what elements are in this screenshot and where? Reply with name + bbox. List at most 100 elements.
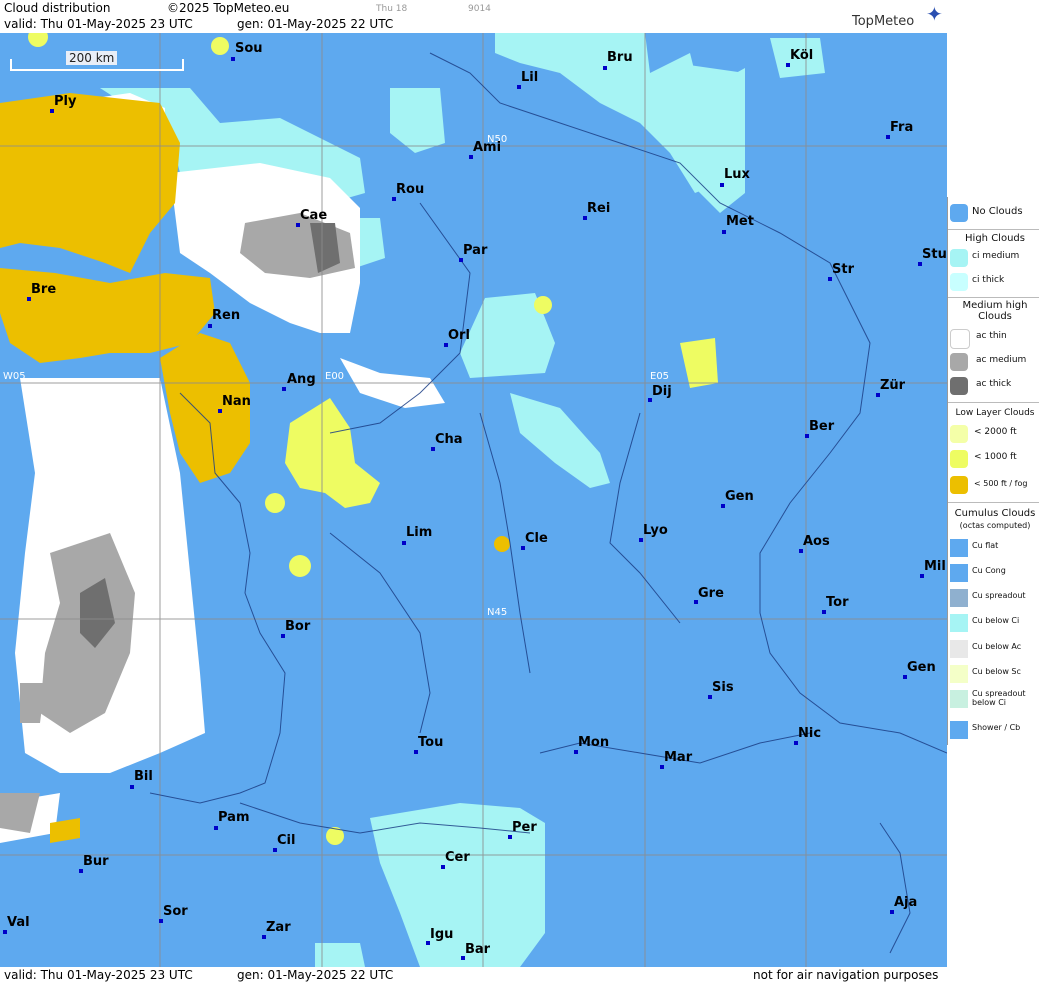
city-marker (282, 387, 286, 391)
city-marker (720, 183, 724, 187)
legend-label: ac thick (976, 379, 1012, 389)
city-label-lim[interactable]: Lim (406, 525, 432, 540)
city-marker (441, 865, 445, 869)
legend-low-500: < 500 ft / fog (948, 474, 1039, 496)
generated-time: gen: 01-May-2025 22 UTC (237, 17, 394, 31)
city-label-par[interactable]: Par (463, 243, 487, 258)
ci-medium-swatch (950, 249, 968, 267)
low-2000-swatch (950, 425, 968, 443)
city-label-zur[interactable]: Zür (880, 378, 905, 393)
city-label-met[interactable]: Met (726, 214, 754, 229)
grid-label-n45: N45 (487, 607, 508, 618)
map-legend: No Clouds High Clouds ci medium ci thick… (947, 197, 1039, 745)
city-marker (786, 63, 790, 67)
city-label-sor[interactable]: Sor (163, 904, 188, 919)
city-label-mil[interactable]: Mil (924, 559, 946, 574)
city-label-aja[interactable]: Aja (894, 895, 917, 910)
city-label-mar[interactable]: Mar (664, 750, 692, 765)
city-label-ren[interactable]: Ren (212, 308, 240, 323)
city-label-sis[interactable]: Sis (712, 680, 734, 695)
city-label-bor[interactable]: Bor (285, 619, 310, 634)
city-label-rou[interactable]: Rou (396, 182, 424, 197)
city-label-str[interactable]: Str (832, 262, 854, 277)
legend-cu-below-sc: Cu below Sc (948, 663, 1039, 685)
city-label-ply[interactable]: Ply (54, 94, 76, 109)
city-marker (794, 741, 798, 745)
city-label-cil[interactable]: Cil (277, 833, 295, 848)
city-label-fra[interactable]: Fra (890, 120, 913, 135)
city-label-dij[interactable]: Dij (652, 384, 672, 399)
small-code-label: 9014 (468, 4, 491, 14)
city-label-nan[interactable]: Nan (222, 394, 251, 409)
city-label-cha[interactable]: Cha (435, 432, 463, 447)
city-marker (639, 538, 643, 542)
city-marker (708, 695, 712, 699)
footer-generated-time: gen: 01-May-2025 22 UTC (237, 968, 394, 982)
city-label-ber[interactable]: Ber (809, 419, 834, 434)
city-marker (414, 750, 418, 754)
city-label-tor[interactable]: Tor (826, 595, 848, 610)
city-marker (722, 230, 726, 234)
city-marker (508, 835, 512, 839)
legend-label: < 2000 ft (974, 427, 1017, 437)
legend-label: Cu spreadout below Ci (972, 689, 1026, 707)
low-500-swatch (950, 476, 968, 494)
small-day-label: Thu 18 (376, 4, 408, 14)
city-label-cae[interactable]: Cae (300, 208, 327, 223)
city-marker (431, 447, 435, 451)
city-label-igu[interactable]: Igu (430, 927, 453, 942)
city-label-lux[interactable]: Lux (724, 167, 750, 182)
city-label-rei[interactable]: Rei (587, 201, 610, 216)
city-label-ang[interactable]: Ang (287, 372, 316, 387)
city-label-lil[interactable]: Lil (521, 70, 538, 85)
city-marker (920, 574, 924, 578)
legend-label: Cu flat (972, 541, 999, 550)
city-label-sou[interactable]: Sou (235, 41, 263, 56)
legend-cu-cong: Cu Cong (948, 562, 1039, 584)
city-label-mon[interactable]: Mon (578, 735, 609, 750)
city-label-kol[interactable]: Köl (790, 48, 813, 63)
city-marker (603, 66, 607, 70)
legend-label: < 500 ft / fog (974, 479, 1028, 488)
city-marker (296, 223, 300, 227)
city-label-nic[interactable]: Nic (798, 726, 821, 741)
city-label-bil[interactable]: Bil (134, 769, 153, 784)
city-label-tou[interactable]: Tou (418, 735, 443, 750)
city-marker (876, 393, 880, 397)
city-label-aos[interactable]: Aos (803, 534, 830, 549)
city-label-orl[interactable]: Orl (448, 328, 470, 343)
city-label-ami[interactable]: Ami (473, 140, 501, 155)
city-label-per[interactable]: Per (512, 820, 537, 835)
cu-spreadout-below-ci-swatch (950, 690, 968, 708)
ci-thick-swatch (950, 273, 968, 291)
city-label-bre[interactable]: Bre (31, 282, 56, 297)
city-marker (469, 155, 473, 159)
legend-label: ac medium (976, 355, 1027, 365)
footer-valid-time: valid: Thu 01-May-2025 23 UTC (4, 968, 193, 982)
city-label-stu[interactable]: Stu (922, 247, 947, 262)
city-label-cle[interactable]: Cle (525, 531, 548, 546)
legend-label: Cu below Ci (972, 616, 1020, 625)
ac-thick-swatch (950, 377, 968, 395)
legend-label: ci thick (972, 275, 1005, 285)
city-label-cer[interactable]: Cer (445, 850, 470, 865)
city-marker (799, 549, 803, 553)
city-marker (159, 919, 163, 923)
city-label-bar[interactable]: Bar (465, 942, 490, 957)
city-label-gen2[interactable]: Gen (907, 660, 936, 675)
city-label-gen1[interactable]: Gen (725, 489, 754, 504)
city-label-gre[interactable]: Gre (698, 586, 724, 601)
legend-cu-spreadout-below-ci: Cu spreadout below Ci (948, 688, 1039, 714)
city-label-lyo[interactable]: Lyo (643, 523, 668, 538)
city-label-zar[interactable]: Zar (266, 920, 291, 935)
city-marker (273, 848, 277, 852)
cloud-map[interactable]: 200 km W05 E00 E05 N50 N45 Sou Ply Bru K… (0, 33, 947, 967)
city-marker (459, 258, 463, 262)
city-label-pam[interactable]: Pam (218, 810, 250, 825)
cu-spreadout-swatch (950, 589, 968, 607)
city-label-bur[interactable]: Bur (83, 854, 109, 869)
city-label-bru[interactable]: Bru (607, 50, 633, 65)
low-1000-swatch (950, 450, 968, 468)
city-label-val[interactable]: Val (7, 915, 30, 930)
legend-label: ac thin (976, 331, 1007, 341)
